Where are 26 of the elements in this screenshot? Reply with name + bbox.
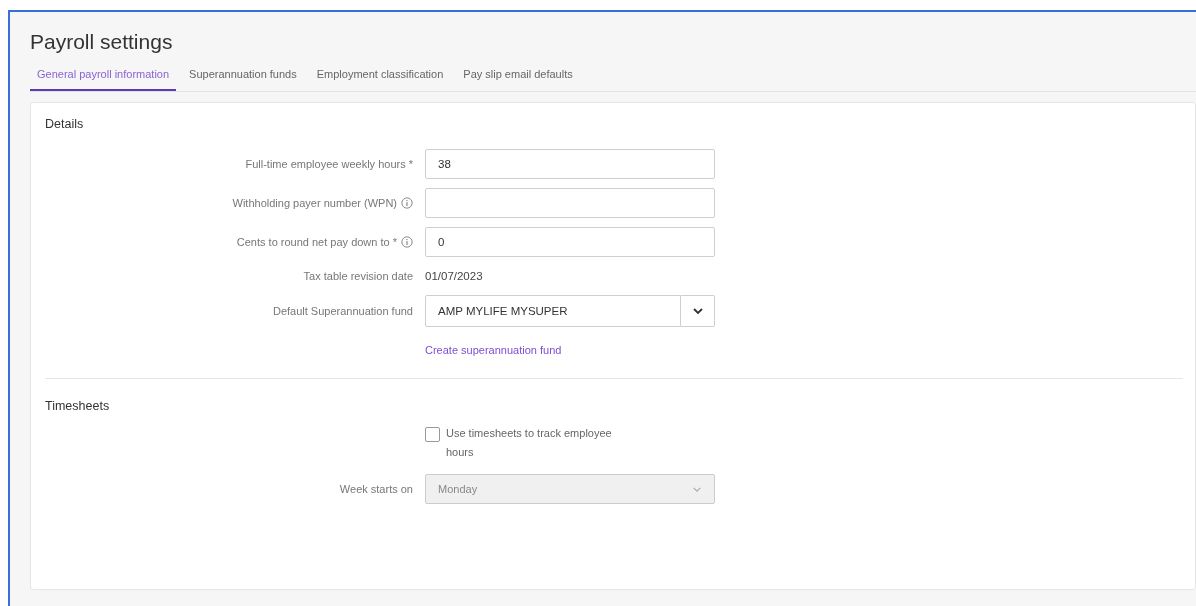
field-label: Withholding payer number (WPN) bbox=[232, 197, 397, 209]
field-label: Week starts on bbox=[339, 483, 413, 495]
input-field[interactable]: 0 bbox=[425, 227, 715, 257]
field-label: Default Superannuation fund bbox=[272, 305, 413, 317]
checkbox[interactable] bbox=[425, 427, 440, 442]
chevron-down-icon bbox=[692, 485, 702, 493]
input-field[interactable] bbox=[425, 188, 715, 218]
input-field[interactable]: 38 bbox=[425, 149, 715, 179]
checkbox-label: Use timesheets to track employee hours bbox=[446, 426, 613, 460]
section-heading: Details bbox=[45, 117, 85, 131]
field-value: 01/07/2023 bbox=[425, 269, 484, 284]
tab[interactable]: Pay slip email defaults bbox=[456, 68, 580, 91]
chevron-down-icon bbox=[691, 307, 704, 315]
field-label: Cents to round net pay down to * bbox=[236, 236, 397, 248]
create-fund-link[interactable]: Create superannuation fund bbox=[425, 336, 715, 356]
tab[interactable]: Superannuation funds bbox=[182, 68, 304, 91]
info-icon[interactable] bbox=[401, 236, 413, 248]
select-field[interactable]: AMP MYLIFE MYSUPER bbox=[425, 295, 681, 327]
field-label: Full-time employee weekly hours * bbox=[245, 158, 413, 170]
tab[interactable]: General payroll information bbox=[30, 68, 177, 91]
page-title: Payroll settings bbox=[30, 30, 174, 54]
dropdown-button[interactable] bbox=[681, 295, 715, 327]
info-icon[interactable] bbox=[401, 197, 413, 209]
section-heading: Timesheets bbox=[45, 399, 111, 413]
tab[interactable]: Employment classification bbox=[309, 68, 451, 91]
field-label: Tax table revision date bbox=[303, 270, 413, 282]
